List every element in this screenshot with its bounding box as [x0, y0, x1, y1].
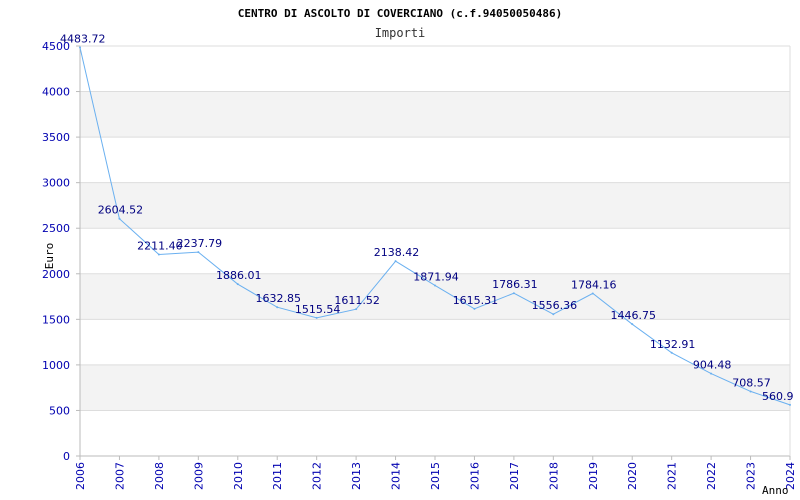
data-label: 2237.79 — [177, 237, 223, 250]
y-tick-label: 4000 — [42, 86, 70, 99]
data-point — [394, 260, 397, 263]
y-axis-label: Euro — [43, 243, 56, 270]
x-tick-label: 2017 — [508, 462, 521, 490]
data-label: 1615.31 — [453, 294, 499, 307]
data-label: 2138.42 — [374, 246, 420, 259]
x-tick-label: 2012 — [311, 462, 324, 490]
x-tick-labels: 2006 2007 2008 2009 2010 2011 2012 2013 2014 2015… — [74, 462, 797, 490]
line-chart: CENTRO DI ASCOLTO DI COVERCIANO (c.f.940… — [42, 7, 797, 497]
chart-title: CENTRO DI ASCOLTO DI COVERCIANO (c.f.940… — [238, 7, 563, 20]
grid-band — [80, 91, 790, 138]
x-tick-label: 2023 — [745, 462, 758, 490]
data-label: 1446.75 — [610, 309, 656, 322]
data-point — [591, 292, 594, 295]
x-tick-label: 2022 — [705, 462, 718, 490]
data-label: 904.48 — [693, 359, 732, 372]
grid-band — [80, 364, 790, 411]
x-tick-label: 2006 — [74, 462, 87, 490]
x-tick-label: 2021 — [666, 462, 679, 490]
chart-subtitle: Importi — [375, 26, 426, 40]
data-point — [749, 390, 752, 393]
data-point — [315, 316, 318, 319]
x-tick-label: 2008 — [153, 462, 166, 490]
data-label: 1611.52 — [334, 294, 380, 307]
x-tick-label: 2015 — [429, 462, 442, 490]
data-label: 1886.01 — [216, 269, 262, 282]
data-point — [197, 251, 200, 254]
x-tick-label: 2011 — [271, 462, 284, 490]
y-tick-label: 1500 — [42, 313, 70, 326]
data-point — [512, 292, 515, 295]
data-label: 708.57 — [732, 376, 771, 389]
y-tick-label: 500 — [49, 404, 70, 417]
data-label: 1786.31 — [492, 278, 538, 291]
data-label: 1784.16 — [571, 278, 617, 291]
data-point — [473, 307, 476, 310]
grid-bands — [80, 91, 790, 411]
x-tick-label: 2020 — [626, 462, 639, 490]
data-point — [236, 283, 239, 286]
x-tick-label: 2018 — [547, 462, 560, 490]
data-point — [434, 284, 436, 287]
x-tick-label: 2014 — [390, 462, 403, 490]
data-point — [710, 372, 713, 375]
data-point — [789, 403, 791, 406]
y-tick-label: 2500 — [42, 222, 70, 235]
data-label: 560.9 — [762, 390, 794, 403]
data-point — [157, 253, 160, 256]
data-label: 4483.72 — [60, 32, 106, 45]
data-point — [670, 351, 673, 354]
y-tick-label: 3500 — [42, 131, 70, 144]
data-label: 1132.91 — [650, 338, 696, 351]
data-point — [276, 306, 279, 309]
x-tick-label: 2016 — [468, 462, 481, 490]
data-point — [118, 217, 121, 220]
x-tick-label: 2009 — [192, 462, 205, 490]
x-tick-label: 2007 — [113, 462, 126, 490]
x-tick-label: 2013 — [350, 462, 363, 490]
y-tick-label: 0 — [63, 450, 70, 463]
x-tick-label: 2019 — [587, 462, 600, 490]
y-tick-label: 1000 — [42, 359, 70, 372]
data-label: 2604.52 — [98, 204, 144, 217]
data-point — [552, 313, 555, 316]
data-label: 1871.94 — [413, 270, 459, 283]
data-point — [631, 323, 634, 326]
x-axis-label: Anno — [762, 484, 789, 497]
data-point — [79, 46, 81, 49]
x-tick-label: 2010 — [232, 462, 245, 490]
y-tick-label: 3000 — [42, 177, 70, 190]
grid-band — [80, 182, 790, 229]
data-label: 1556.36 — [532, 299, 578, 312]
data-point — [355, 308, 358, 311]
